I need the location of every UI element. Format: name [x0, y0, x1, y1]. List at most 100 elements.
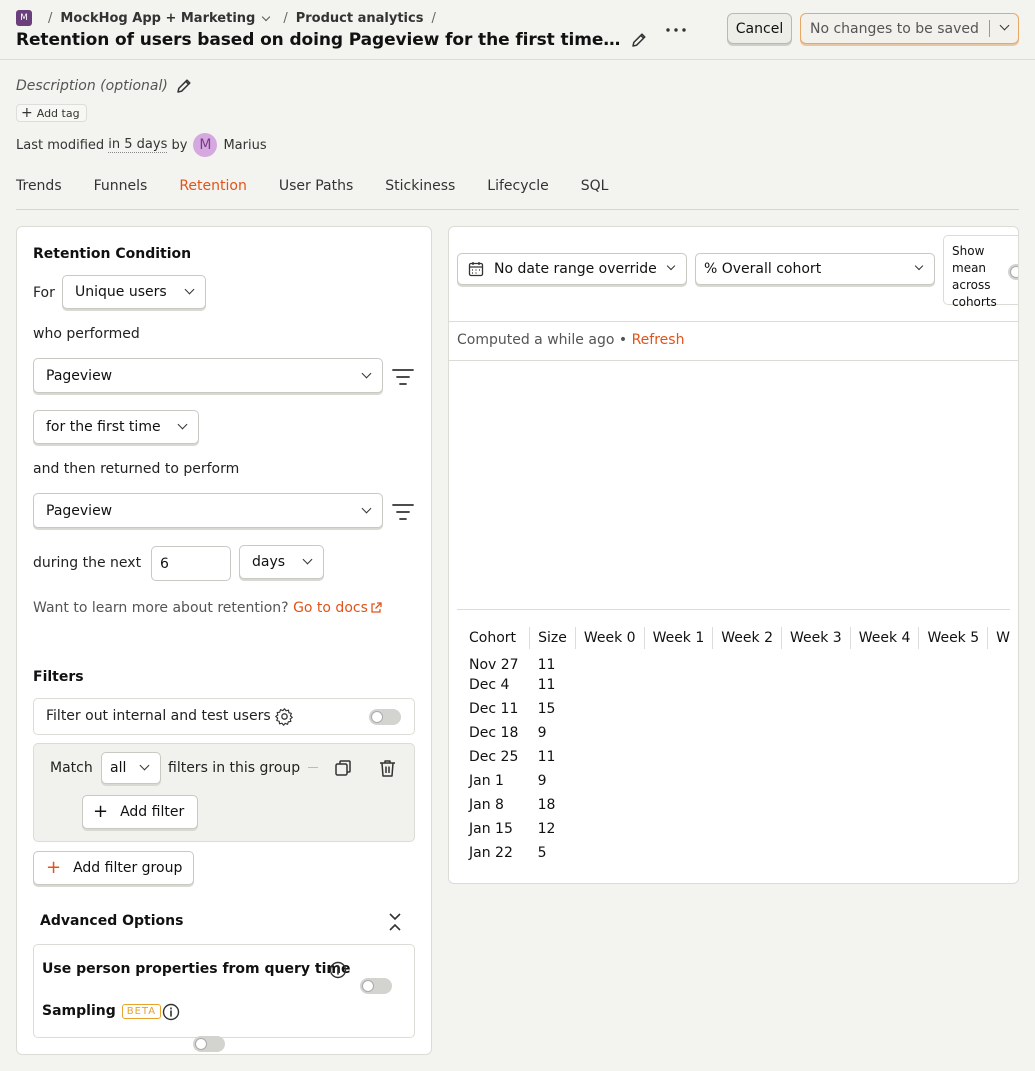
refresh-link[interactable]: Refresh: [632, 332, 685, 348]
computed-status: Computed a while ago • Refresh: [457, 332, 684, 348]
table-row[interactable]: Nov 27 11: [457, 649, 1018, 673]
retention-heading: Retention Condition: [33, 246, 192, 262]
table-row[interactable]: Dec 11 15: [457, 697, 1018, 721]
aggregation-select[interactable]: Unique users: [62, 275, 206, 309]
internal-filter-toggle[interactable]: [369, 709, 401, 725]
project-icon[interactable]: M: [16, 10, 32, 26]
table-row[interactable]: Jan 22 5: [457, 841, 1018, 865]
tab-user-paths[interactable]: User Paths: [279, 178, 353, 194]
insight-title[interactable]: Retention of users based on doing Pagevi…: [16, 30, 624, 50]
display-mode-value: % Overall cohort: [704, 261, 822, 277]
size-cell: 11: [537, 749, 556, 765]
tab-retention[interactable]: Retention: [179, 178, 247, 194]
docs-link[interactable]: Go to docs: [293, 600, 368, 616]
info-icon[interactable]: [162, 1003, 180, 1021]
internal-filter-label: Filter out internal and test users: [46, 708, 271, 724]
header-divider: [0, 59, 1035, 60]
period-count-input[interactable]: 6: [151, 546, 231, 581]
results-panel: No date range override % Overall cohort …: [448, 226, 1019, 884]
show-mean-option[interactable]: Show mean across cohorts: [943, 235, 1018, 309]
calendar-icon: [468, 262, 484, 277]
cohort-cell: Dec 25: [469, 749, 519, 765]
advanced-options-box: [33, 944, 415, 1038]
trash-icon[interactable]: [378, 759, 397, 778]
chevron-down-icon: [361, 503, 372, 513]
beta-badge: BETA: [121, 1003, 162, 1019]
edit-description-icon[interactable]: [174, 76, 194, 96]
column-header: Week 5: [918, 627, 988, 649]
size-cell: 9: [537, 773, 547, 789]
who-performed-label: who performed: [33, 326, 140, 342]
last-modified-prefix: Last modified: [16, 137, 105, 153]
save-button[interactable]: No changes to be saved: [800, 13, 1019, 44]
table-row[interactable]: Jan 15 12: [457, 817, 1018, 841]
target-event-select[interactable]: Pageview: [33, 358, 383, 393]
last-modified: Last modified in 5 days by M Marius: [16, 133, 267, 157]
filter-icon[interactable]: [392, 368, 414, 386]
collapse-icon[interactable]: [387, 912, 403, 932]
gear-icon[interactable]: [275, 707, 294, 726]
plus-icon: +: [93, 801, 109, 822]
table-row[interactable]: Jan 1 9: [457, 769, 1018, 793]
column-header: W: [987, 627, 1018, 649]
tab-stickiness[interactable]: Stickiness: [385, 178, 455, 194]
column-header: Size: [529, 627, 576, 649]
breadcrumb-project[interactable]: MockHog App + Marketing: [60, 11, 255, 26]
filter-icon[interactable]: [392, 503, 414, 521]
period-unit-select[interactable]: days: [239, 545, 324, 579]
person-props-toggle[interactable]: [360, 978, 392, 994]
add-filter-group-button[interactable]: + Add filter group: [33, 851, 194, 885]
breadcrumb-section[interactable]: Product analytics: [296, 11, 424, 26]
cohort-cell: Jan 8: [469, 797, 504, 813]
tabs-divider: [16, 209, 1019, 210]
size-cell: 11: [537, 657, 556, 673]
add-tag-button[interactable]: + Add tag: [16, 104, 87, 122]
returned-label: and then returned to perform: [33, 461, 240, 477]
chevron-down-icon[interactable]: [262, 12, 271, 21]
tab-funnels[interactable]: Funnels: [94, 178, 148, 194]
returning-event-select[interactable]: Pageview: [33, 493, 383, 528]
size-cell: 9: [537, 725, 547, 741]
tab-sql[interactable]: SQL: [581, 178, 609, 194]
computed-text: Computed a while ago •: [457, 332, 628, 348]
learn-more: Want to learn more about retention? Go t…: [33, 600, 382, 616]
cohort-cell: Nov 27: [469, 657, 519, 673]
match-select[interactable]: all: [101, 752, 161, 784]
description-field[interactable]: Description (optional): [16, 76, 194, 96]
plus-icon: +: [21, 105, 33, 121]
info-icon[interactable]: [329, 961, 347, 979]
for-label: For: [33, 285, 55, 301]
cancel-button[interactable]: Cancel: [727, 13, 792, 44]
cohort-cell: Jan 1: [469, 773, 504, 789]
display-mode-select[interactable]: % Overall cohort: [695, 253, 935, 285]
last-modified-time[interactable]: in 5 days: [108, 137, 168, 153]
cohort-cell: Jan 15: [469, 821, 513, 837]
tab-trends[interactable]: Trends: [16, 178, 62, 194]
table-row[interactable]: Dec 4 11: [457, 673, 1018, 697]
more-options-icon[interactable]: [664, 21, 688, 39]
add-filter-button[interactable]: + Add filter: [82, 795, 198, 829]
column-header: Week 2: [712, 627, 782, 649]
advanced-options-heading[interactable]: Advanced Options: [40, 913, 183, 929]
first-time-value: for the first time: [46, 419, 161, 435]
during-label: during the next: [33, 555, 142, 571]
sampling-toggle[interactable]: [193, 1036, 225, 1052]
column-header: Week 3: [781, 627, 851, 649]
date-range-select[interactable]: No date range override: [457, 253, 687, 285]
table-row[interactable]: Jan 8 18: [457, 793, 1018, 817]
table-row[interactable]: Dec 25 11: [457, 745, 1018, 769]
edit-title-icon[interactable]: [629, 30, 649, 50]
size-cell: 15: [537, 701, 556, 717]
size-cell: 18: [537, 797, 556, 813]
external-link-icon[interactable]: [370, 602, 382, 614]
chevron-down-icon: [177, 419, 188, 430]
show-mean-toggle[interactable]: [1008, 264, 1018, 280]
query-editor-panel: [16, 226, 432, 1055]
copy-icon[interactable]: [334, 759, 353, 778]
tab-lifecycle[interactable]: Lifecycle: [487, 178, 548, 194]
first-time-select[interactable]: for the first time: [33, 410, 199, 444]
column-header: Week 4: [849, 627, 919, 649]
table-row[interactable]: Dec 18 9: [457, 721, 1018, 745]
button-divider: [989, 20, 990, 37]
chevron-down-icon[interactable]: [999, 20, 1010, 31]
